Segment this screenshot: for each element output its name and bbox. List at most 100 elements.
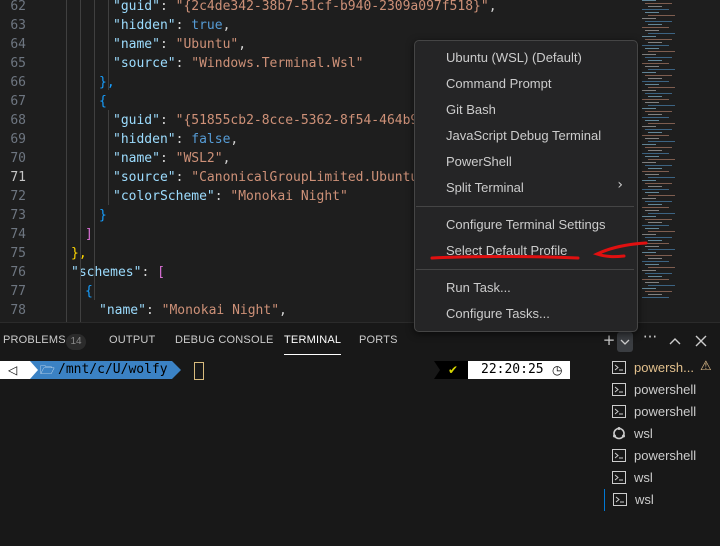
minimap-line [645,282,659,283]
minimap-line [642,63,669,64]
menu-separator [416,269,634,270]
minimap-line [642,36,656,37]
minimap-line [645,246,659,247]
minimap-line [645,84,659,85]
menu-item-git-bash[interactable]: Git Bash [446,102,496,117]
minimap-line [642,243,669,244]
tab-output[interactable]: OUTPUT [109,334,155,346]
code-token: : [145,303,162,318]
minimap-line [642,126,656,127]
minimap-line [648,87,675,88]
code-token: , [488,0,497,14]
code-token: , [238,37,247,52]
terminal-item-4[interactable]: wsl [604,423,720,445]
terminal-dropdown-button[interactable] [617,332,633,352]
code-token: true [191,18,223,33]
menu-item-powershell[interactable]: PowerShell [446,154,512,169]
minimap-line [648,69,675,70]
minimap-line [648,6,662,7]
minimap-line [642,288,656,289]
minimap[interactable] [640,0,705,322]
warning-icon: ⚠ [700,359,712,374]
minimap-line [648,213,675,214]
line-number: 63 [10,18,26,33]
terminal-item-1[interactable]: powersh... ⚠ [604,357,720,379]
code-token: : [159,113,176,128]
minimap-line [642,189,669,190]
menu-item-select-default-profile[interactable]: Select Default Profile [446,243,567,258]
minimap-line [645,255,672,256]
code-token: , [222,151,231,166]
code-token: "guid" [113,0,160,14]
minimap-line [648,249,675,250]
menu-item-ubuntu-wsl-default[interactable]: Ubuntu (WSL) (Default) [446,50,582,65]
minimap-line [648,42,662,43]
minimap-line [648,186,662,187]
terminal-item-3[interactable]: powershell [604,401,720,423]
code-token: "schemes" [71,265,142,280]
linux-icon [613,427,625,440]
code-token: [ [157,265,165,280]
terminal-prompt[interactable]: ◁ 🗁 /mnt/c/U/wolfy ✔ 22:20:25 ◷ [0,361,600,381]
line-number: 67 [10,94,26,109]
minimap-line [648,258,662,259]
minimap-line [645,228,659,229]
tab-debug-console[interactable]: DEBUG CONSOLE [175,334,274,346]
clock-icon: ◷ [552,363,563,377]
minimap-line [645,57,672,58]
minimap-line [648,51,675,52]
menu-item-configure-terminal-settings[interactable]: Configure Terminal Settings [446,217,605,232]
line-number: 76 [10,265,26,280]
plus-icon[interactable]: + [600,331,618,349]
terminal-item-7[interactable]: wsl [604,489,720,511]
close-icon[interactable] [694,334,708,348]
minimap-line [642,27,669,28]
minimap-line [645,129,672,130]
menu-item-javascript-debug-terminal[interactable]: JavaScript Debug Terminal [446,128,601,143]
code-token: { [99,94,107,109]
minimap-line [645,273,672,274]
minimap-line [642,99,669,100]
menu-item-configure-tasks[interactable]: Configure Tasks... [446,306,550,321]
minimap-line [642,297,669,298]
minimap-line [642,90,656,91]
tab-terminal[interactable]: TERMINAL [284,334,342,355]
code-token: false [191,132,231,147]
minimap-line [648,231,675,232]
menu-item-split-terminal[interactable]: Split Terminal [446,180,524,195]
minimap-line [642,81,669,82]
ellipsis-icon[interactable]: ··· [641,328,659,346]
terminal-item-2[interactable]: powershell [604,379,720,401]
code-token: : [175,56,192,71]
tab-ports[interactable]: PORTS [359,334,398,346]
terminal-item-label: powershell [634,382,697,397]
code-token: } [99,208,107,223]
terminal-item-label: wsl [635,492,654,507]
minimap-line [645,102,659,103]
code-line: 63 "hidden": true, [0,16,640,35]
menu-item-run-task[interactable]: Run Task... [446,280,511,295]
editor-scrollbar[interactable] [706,0,720,322]
terminal-item-5[interactable]: powershell [604,445,720,467]
prompt-time: 22:20:25 [481,362,544,377]
terminal-item-label: wsl [634,470,653,485]
minimap-line [648,294,662,295]
minimap-line [645,48,659,49]
line-number: 75 [10,246,26,261]
minimap-line [648,204,662,205]
problems-count-badge: 14 [66,334,86,350]
code-token: "hidden" [113,132,176,147]
code-token: "{2c4de342-38b7-51cf-b940-2309a097f518}" [175,0,489,14]
minimap-line [642,153,669,154]
menu-item-command-prompt[interactable]: Command Prompt [446,76,551,91]
minimap-line [645,75,672,76]
code-token: "Windows.Terminal.Wsl" [191,56,364,71]
minimap-line [648,276,662,277]
line-number: 62 [10,0,26,14]
chevron-up-icon[interactable] [667,334,683,348]
terminal-cursor [194,362,204,380]
tab-problems[interactable]: PROBLEMS [3,334,66,346]
minimap-line [648,15,675,16]
code-token: "Monokai Night" [230,189,348,204]
terminal-item-6[interactable]: wsl [604,467,720,489]
